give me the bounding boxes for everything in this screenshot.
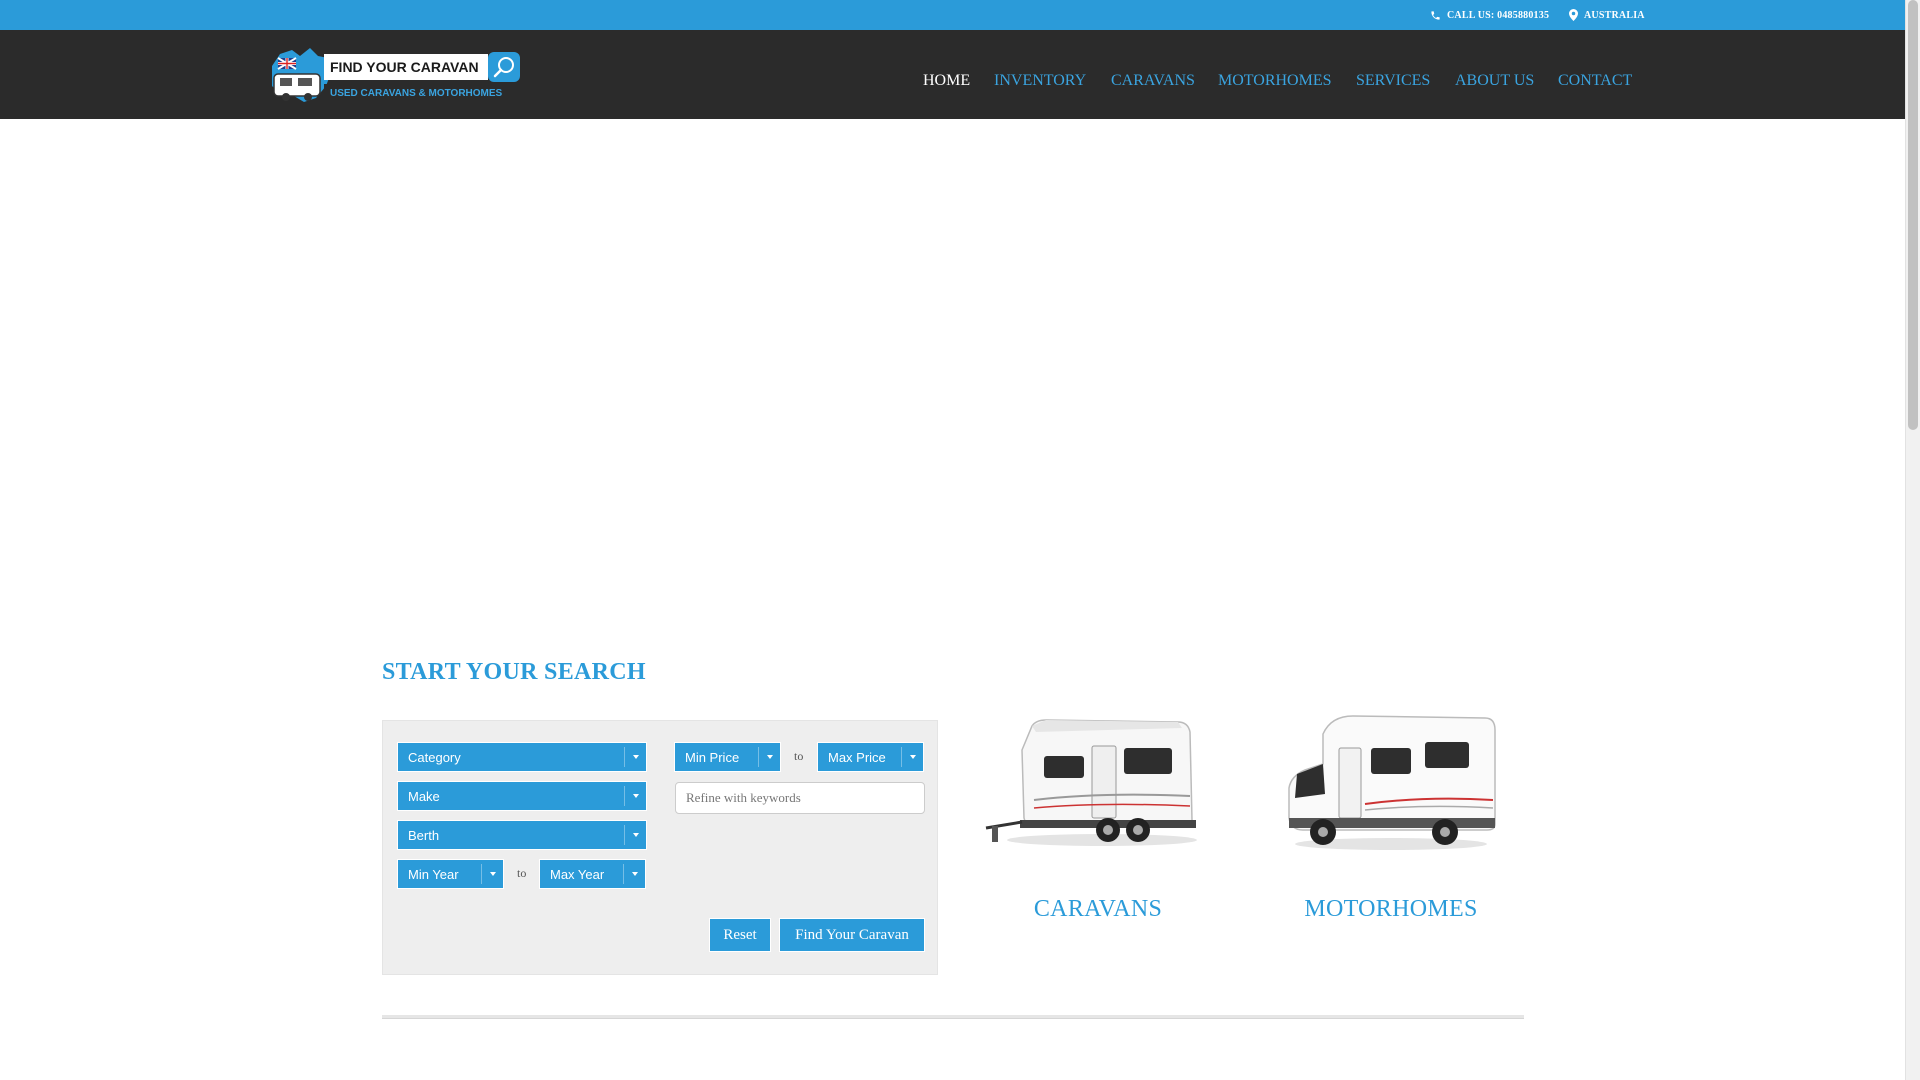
min-year-select-value: Min Year	[408, 867, 459, 882]
map-marker-icon	[1569, 9, 1578, 21]
max-price-select[interactable]: Max Price	[817, 742, 924, 772]
location-label: AUSTRALIA	[1584, 9, 1645, 21]
category-select[interactable]: Category	[397, 742, 647, 772]
min-year-select[interactable]: Min Year	[397, 859, 504, 889]
motorhome-image	[1288, 715, 1496, 850]
chevron-down-icon	[624, 825, 646, 845]
scrollbar-thumb[interactable]	[1908, 0, 1918, 430]
year-range-to-label: to	[517, 866, 527, 880]
max-year-select-value: Max Year	[550, 867, 605, 882]
chevron-down-icon	[901, 747, 923, 767]
keyword-search-input[interactable]	[675, 782, 925, 814]
section-divider	[382, 1015, 1524, 1019]
find-your-caravan-button[interactable]: Find Your Caravan	[779, 918, 925, 952]
chevron-down-icon	[758, 747, 780, 767]
make-select-value: Make	[408, 789, 440, 804]
chevron-down-icon	[481, 864, 503, 884]
site-header: FIND YOUR CARAVAN USED CARAVANS & MOTORH…	[0, 30, 1905, 119]
berth-select-value: Berth	[408, 828, 440, 843]
category-select-value: Category	[408, 750, 461, 765]
top-bar: CALL US: 0485880135 AUSTRALIA	[0, 0, 1905, 30]
chevron-down-icon	[624, 786, 646, 806]
nav-item-motorhomes[interactable]: MOTORHOMES	[1218, 72, 1332, 90]
nav-item-inventory[interactable]: INVENTORY	[994, 72, 1086, 90]
motorhomes-link[interactable]: MOTORHOMES	[1275, 896, 1507, 923]
min-price-select[interactable]: Min Price	[674, 742, 781, 772]
page-scrollbar[interactable]	[1905, 0, 1920, 1080]
call-us-link[interactable]: CALL US: 0485880135	[1430, 0, 1549, 30]
phone-icon	[1431, 10, 1440, 20]
nav-item-home[interactable]: HOME	[923, 72, 970, 90]
chevron-down-icon	[623, 864, 645, 884]
berth-select[interactable]: Berth	[397, 820, 647, 850]
search-section-title: START YOUR SEARCH	[382, 659, 646, 685]
nav-item-contact[interactable]: CONTACT	[1558, 72, 1632, 90]
location-link[interactable]: AUSTRALIA	[1569, 0, 1645, 30]
nav-item-caravans[interactable]: CARAVANS	[1111, 72, 1195, 90]
phone-label: CALL US: 0485880135	[1447, 9, 1550, 21]
caravan-image	[985, 719, 1197, 846]
price-range-to-label: to	[794, 749, 804, 763]
search-panel: Category Make Berth Min Year to Max Year…	[382, 720, 938, 975]
min-price-select-value: Min Price	[685, 750, 740, 765]
nav-item-about-us[interactable]: ABOUT US	[1455, 72, 1534, 90]
max-price-select-value: Max Price	[828, 750, 886, 765]
max-year-select[interactable]: Max Year	[539, 859, 646, 889]
nav-item-services[interactable]: SERVICES	[1356, 72, 1430, 90]
main-nav: HOME INVENTORY CARAVANS MOTORHOMES SERVI…	[0, 72, 1905, 96]
make-select[interactable]: Make	[397, 781, 647, 811]
caravans-link[interactable]: CARAVANS	[982, 896, 1214, 923]
chevron-down-icon	[624, 747, 646, 767]
reset-button[interactable]: Reset	[709, 918, 771, 952]
